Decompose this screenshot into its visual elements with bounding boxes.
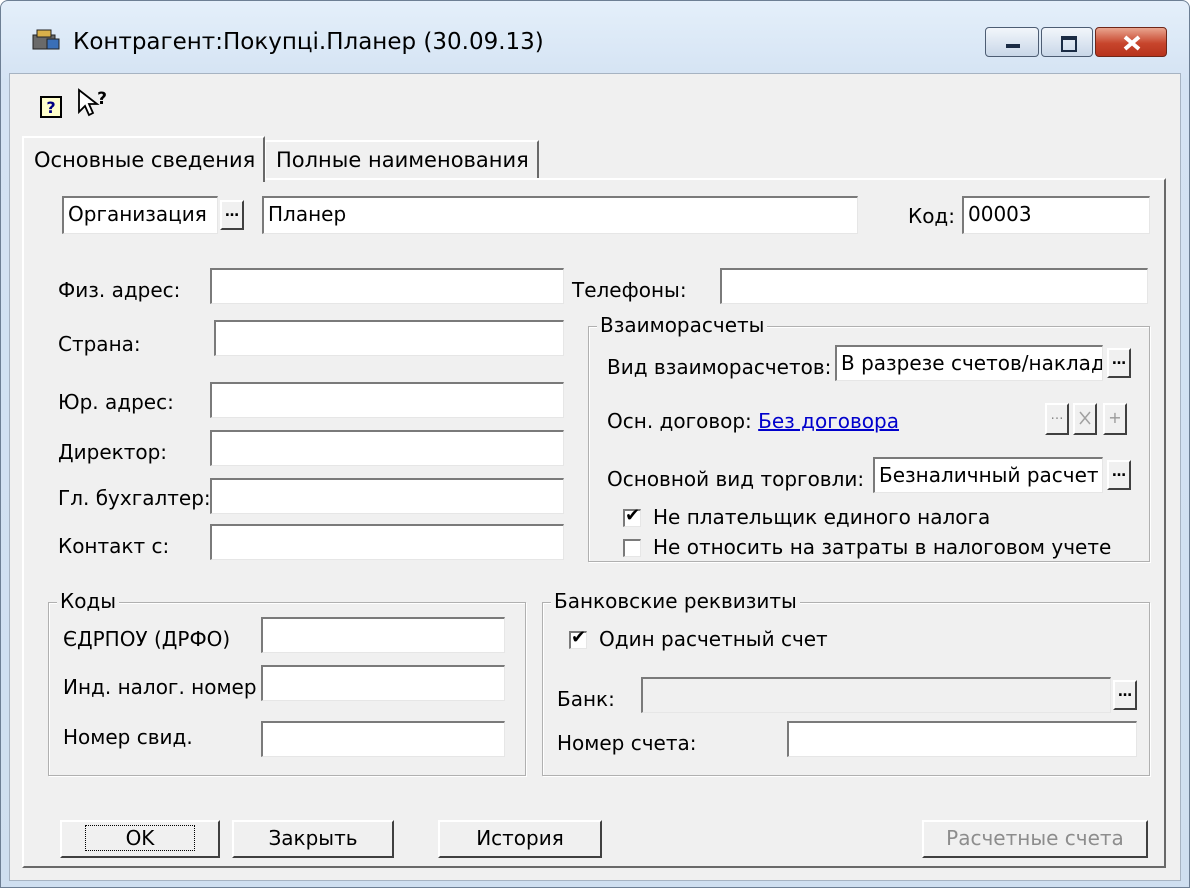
maximize-button[interactable] [1041,27,1093,57]
settlement-type-field[interactable]: В разрезе счетов/наклад [835,345,1103,381]
codes-group: Коды ЄДРПОУ (ДРФО) Инд. налог. номер Ном… [48,589,526,776]
settlement-accounts-button[interactable]: Расчетные счета [922,820,1148,858]
contract-clear-button[interactable] [1073,403,1097,435]
code-field[interactable]: 00003 [962,196,1150,234]
ok-button-label: OK [84,825,196,851]
contract-label-text: Осн. договор: [607,409,752,433]
edrpou-label: ЄДРПОУ (ДРФО) [63,627,231,651]
ok-button[interactable]: OK [60,820,220,858]
tax-number-label: Инд. налог. номер [63,675,257,699]
dialog-client-area: ? ? Основные сведения Полные наименовани… [9,73,1181,881]
trade-type-select-button[interactable]: … [1107,460,1131,490]
single-account-checkbox[interactable]: ✔ [569,627,587,649]
legal-address-label: Юр. адрес: [58,390,174,414]
bank-field[interactable] [641,677,1111,713]
counterparty-app-icon [32,29,60,50]
legal-address-field[interactable] [210,382,564,418]
bank-group-title: Банковские реквизиты [551,589,800,613]
settlements-group: Взаиморасчеты Вид взаиморасчетов: В разр… [588,313,1150,562]
settlement-type-label: Вид взаиморасчетов: [607,355,832,379]
svg-text:?: ? [97,89,107,109]
type-select-button[interactable]: … [220,200,244,230]
minimize-button[interactable] [985,27,1039,57]
help-book-icon[interactable]: ? [40,96,62,118]
director-field[interactable] [210,430,564,466]
title-bar[interactable]: Контрагент:Покупці.Планер (30.09.13) [1,1,1189,73]
checkmark-icon: ✔ [571,627,587,648]
phys-address-field[interactable] [210,268,564,304]
bank-details-group: Банковские реквизиты ✔ Один расчетный сч… [542,589,1150,776]
bank-select-button[interactable]: … [1113,680,1137,710]
trade-type-field[interactable]: Безналичный расчет [873,457,1103,493]
close-icon [1123,35,1141,51]
chief-accountant-label: Гл. бухгалтер: [58,486,211,510]
bank-label: Банк: [557,687,615,711]
cert-number-field[interactable] [261,721,505,757]
contract-select-button[interactable]: … [1045,403,1069,435]
close-window-button[interactable] [1095,27,1167,57]
minimize-icon [1006,44,1020,48]
edrpou-field[interactable] [261,617,505,653]
restore-icon [1061,36,1077,52]
codes-group-title: Коды [57,589,120,613]
not-single-tax-label: Не плательщик единого налога [653,505,991,529]
phys-address-label: Физ. адрес: [58,278,181,302]
chief-accountant-field[interactable] [210,478,564,514]
checkmark-icon: ✔ [625,505,641,526]
phones-label: Телефоны: [572,278,687,302]
contact-field[interactable] [210,524,564,560]
cert-number-label: Номер свид. [63,725,193,749]
no-cost-checkbox[interactable] [623,539,641,557]
settlements-group-title: Взаиморасчеты [597,313,768,337]
country-field[interactable] [214,320,564,356]
history-button[interactable]: История [438,820,602,858]
trade-type-label: Основной вид торговли: [607,467,865,491]
director-label: Директор: [58,440,168,464]
account-number-field[interactable] [787,721,1137,757]
account-number-label: Номер счета: [557,731,697,755]
contract-label: Осн. договор: Без договора [607,409,899,433]
counterparty-type-select[interactable]: Организация [62,196,218,234]
whats-this-pointer-icon[interactable]: ? [76,86,110,118]
close-button[interactable]: Закрыть [232,820,394,858]
clear-icon [1079,411,1091,425]
svg-text:?: ? [46,98,55,117]
contract-add-button[interactable]: + [1103,403,1127,435]
code-label: Код: [908,204,956,228]
not-single-tax-checkbox[interactable]: ✔ [623,505,641,527]
contract-link[interactable]: Без договора [758,409,899,433]
tab-main-info[interactable]: Основные сведения [22,136,266,182]
contact-label: Контакт с: [58,534,170,558]
name-field[interactable]: Планер [262,196,858,234]
tax-number-field[interactable] [261,665,505,701]
window-title: Контрагент:Покупці.Планер (30.09.13) [73,29,544,55]
application-window: Контрагент:Покупці.Планер (30.09.13) ? ?… [0,0,1190,888]
single-account-label: Один расчетный счет [599,627,828,651]
tab-full-names[interactable]: Полные наименования [264,140,539,178]
no-cost-label: Не относить на затраты в налоговом учете [653,535,1112,559]
country-label: Страна: [58,332,141,356]
phones-field[interactable] [720,268,1148,304]
tab-panel: Организация … Планер Код: 00003 Физ. адр… [22,178,1166,868]
settlement-type-select-button[interactable]: … [1107,348,1131,378]
